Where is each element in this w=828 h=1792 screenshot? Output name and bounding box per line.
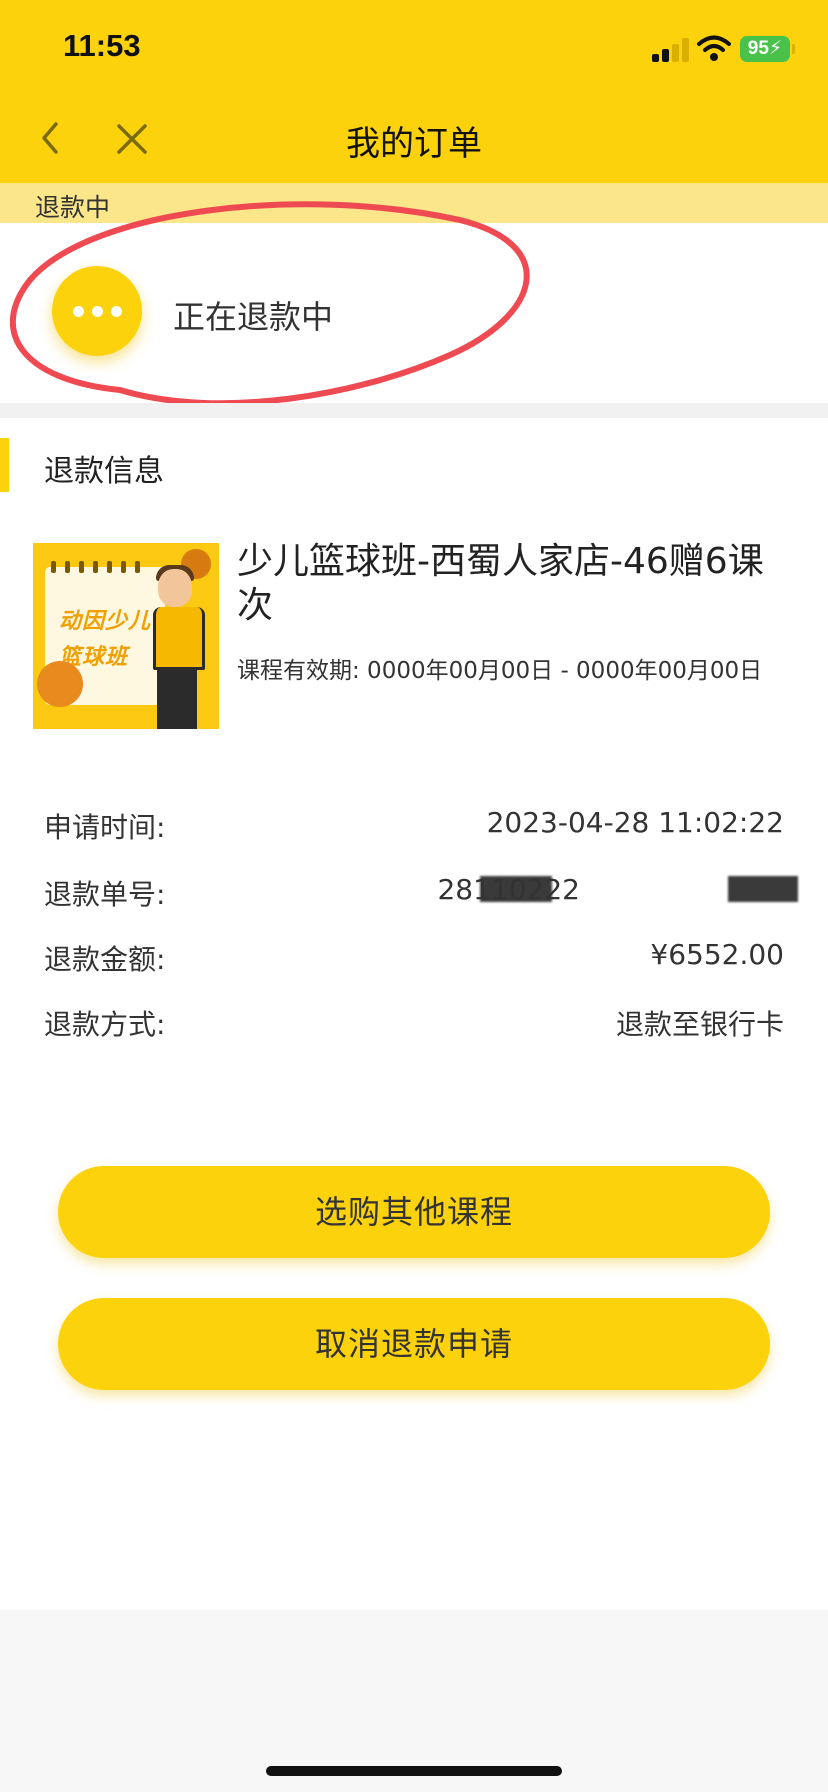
course-title: 少儿篮球班-西蜀人家店-46赠6课次 [237, 541, 764, 626]
refund-number-label: 退款单号: [44, 878, 166, 911]
course-thumbnail[interactable]: 动因少儿 篮球班 [33, 543, 219, 729]
thumbnail-text-1: 动因少儿 [59, 609, 152, 634]
home-indicator[interactable] [266, 1766, 562, 1776]
refund-method-label: 退款方式: [44, 1008, 166, 1041]
cancel-refund-button[interactable]: 取消退款申请 [58, 1298, 770, 1390]
course-validity: 课程有效期: 0000年00月00日 - 0000年00月00日 [237, 658, 763, 684]
battery-tip [792, 44, 795, 54]
battery-charging-icon: 95⚡ [740, 36, 790, 62]
section-divider [0, 403, 828, 418]
battery-level: 95 [747, 38, 769, 59]
apply-time-value: 2023-04-28 11:02:22 [486, 806, 784, 839]
thumbnail-rings [51, 561, 161, 573]
section-accent-bar [0, 438, 9, 492]
refund-amount-value: ¥6552.00 [650, 938, 784, 971]
refund-method-value: 退款至银行卡 [615, 1008, 784, 1041]
basketball-icon [37, 661, 83, 707]
refund-amount-label: 退款金额: [44, 943, 166, 976]
refund-number-value: 28110222 [437, 873, 580, 906]
page-title: 我的订单 [346, 124, 482, 164]
wifi-icon [697, 35, 731, 61]
browse-courses-button[interactable]: 选购其他课程 [58, 1166, 770, 1258]
section-title: 退款信息 [44, 454, 164, 489]
redaction-block [728, 876, 798, 902]
kid-illustration-body [153, 607, 205, 670]
cellular-signal-icon [652, 38, 690, 62]
kid-illustration-legs [157, 667, 197, 729]
kid-illustration-head [158, 569, 192, 607]
status-time: 11:53 [63, 28, 141, 63]
red-annotation-ellipse [9, 201, 530, 407]
apply-time-label: 申请时间: [44, 811, 166, 844]
